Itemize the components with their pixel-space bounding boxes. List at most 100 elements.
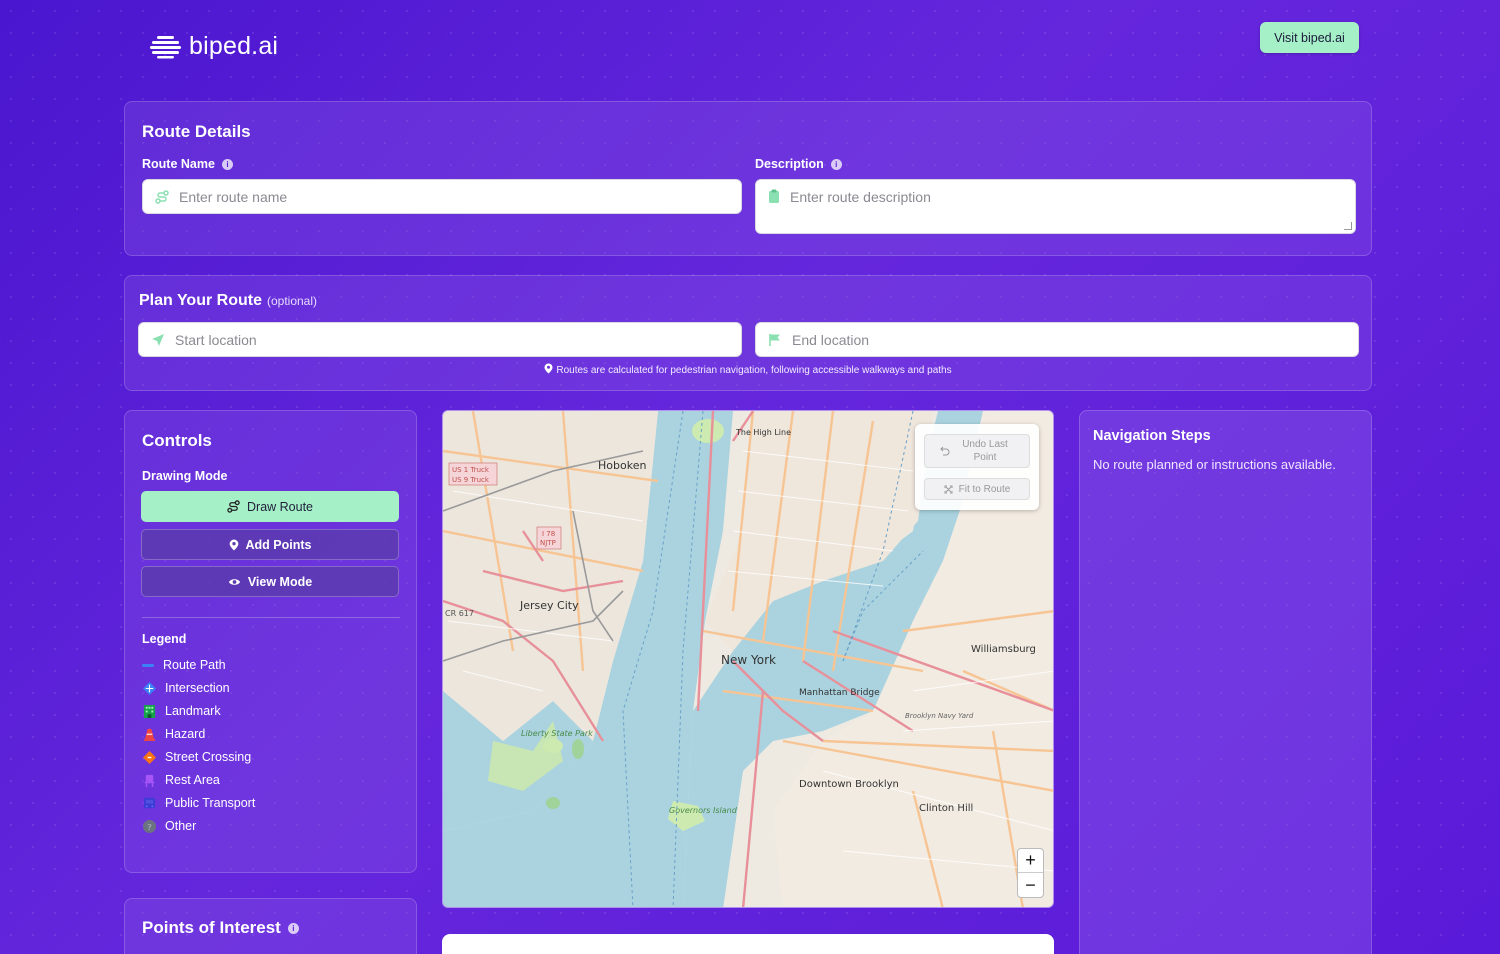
clipboard-icon xyxy=(769,189,779,203)
legend-intersection: Intersection xyxy=(143,681,230,695)
points-of-interest-panel: Points of Interest i xyxy=(124,898,417,954)
add-points-label: Add Points xyxy=(245,537,312,552)
legend-label: Landmark xyxy=(165,704,221,718)
optional-text: (optional) xyxy=(266,294,318,308)
logo[interactable]: biped.ai xyxy=(150,32,278,61)
route-info-card xyxy=(442,934,1054,954)
start-location-placeholder: Start location xyxy=(175,331,257,348)
description-label: Description i xyxy=(755,157,842,171)
map-label-njtp: NJTP xyxy=(540,539,556,547)
logo-text: biped.ai xyxy=(189,32,279,60)
zoom-in-button[interactable]: + xyxy=(1018,849,1043,873)
legend-label: Other xyxy=(165,819,197,833)
eye-icon xyxy=(228,578,240,585)
route-icon xyxy=(155,189,169,204)
map-label-new-york: New York xyxy=(721,653,776,667)
plan-route-title: Plan Your Route (optional) xyxy=(139,292,317,310)
bus-icon xyxy=(143,797,156,808)
map-label-jersey-city: Jersey City xyxy=(519,599,579,612)
info-icon[interactable]: i xyxy=(221,158,233,170)
legend-street-crossing: Street Crossing xyxy=(143,750,251,764)
description-textarea[interactable]: Enter route description xyxy=(755,179,1356,234)
route-name-input[interactable]: Enter route name xyxy=(142,179,742,214)
route-name-placeholder: Enter route name xyxy=(179,188,288,205)
map-label-clinton-hill: Clinton Hill xyxy=(919,803,973,814)
legend-landmark: Landmark xyxy=(143,704,221,718)
map-label-us1: US 1 Truck xyxy=(452,466,490,474)
pin-icon xyxy=(544,363,553,374)
divider xyxy=(142,617,400,618)
start-location-input[interactable]: Start location xyxy=(138,322,742,357)
navigation-steps-panel: Navigation Steps No route planned or ins… xyxy=(1079,410,1372,954)
visit-biped-button[interactable]: Visit biped.ai xyxy=(1260,22,1359,53)
map-label-downtown-brooklyn: Downtown Brooklyn xyxy=(799,779,899,790)
map-label-high-line: The High Line xyxy=(735,428,791,437)
map-label-us9: US 9 Truck xyxy=(452,476,490,484)
legend-label: Rest Area xyxy=(165,773,220,787)
legend-label: Public Transport xyxy=(165,796,256,810)
map-label-i78: I 78 xyxy=(542,530,555,538)
draw-route-button[interactable]: Draw Route xyxy=(141,491,399,522)
route-line-icon xyxy=(142,663,154,667)
end-location-input[interactable]: End location xyxy=(755,322,1359,357)
intersection-icon xyxy=(143,681,156,695)
biped-logo-icon xyxy=(150,35,181,58)
map-controls: Undo Last Point Fit to Route xyxy=(915,424,1039,510)
fit-to-route-label: Fit to Route xyxy=(958,483,1011,495)
navigation-steps-title: Navigation Steps xyxy=(1093,428,1211,444)
poi-title: Points of Interest i xyxy=(142,918,299,938)
chair-icon xyxy=(144,774,155,787)
undo-last-point-button[interactable]: Undo Last Point xyxy=(924,434,1030,468)
info-icon[interactable]: i xyxy=(287,922,299,934)
legend-other: ? Other xyxy=(143,819,196,833)
poi-title-text: Points of Interest xyxy=(142,918,281,937)
fit-to-route-button[interactable]: Fit to Route xyxy=(924,478,1030,500)
drawing-mode-label: Drawing Mode xyxy=(142,469,228,483)
legend-public-transport: Public Transport xyxy=(143,796,255,810)
description-placeholder: Enter route description xyxy=(790,189,931,205)
map-label-hoboken: Hoboken xyxy=(598,459,646,472)
end-location-placeholder: End location xyxy=(792,331,870,348)
navigation-empty-text: No route planned or instructions availab… xyxy=(1093,457,1336,472)
route-icon xyxy=(227,500,240,513)
pedestrian-hint: Routes are calculated for pedestrian nav… xyxy=(124,363,1372,376)
map-label-governors: Governors Island xyxy=(669,806,738,815)
map-label-liberty: Liberty State Park xyxy=(521,729,593,738)
svg-text:?: ? xyxy=(147,821,152,831)
flag-icon xyxy=(769,333,780,346)
landmark-icon xyxy=(143,704,156,718)
zoom-controls: + − xyxy=(1017,848,1044,898)
legend-label: Hazard xyxy=(165,727,206,741)
legend-label: Street Crossing xyxy=(165,750,252,764)
legend-label: Route Path xyxy=(163,658,226,672)
hazard-cone-icon xyxy=(143,728,156,741)
view-mode-button[interactable]: View Mode xyxy=(141,566,399,597)
pin-icon xyxy=(229,539,238,550)
route-details-title: Route Details xyxy=(142,122,251,141)
route-name-label: Route Name i xyxy=(142,157,233,171)
route-name-label-text: Route Name xyxy=(142,157,215,171)
route-details-panel: Route Details Route Name i Enter route n… xyxy=(124,101,1372,256)
pedestrian-hint-text: Routes are calculated for pedestrian nav… xyxy=(556,365,952,376)
description-label-text: Description xyxy=(755,157,824,171)
view-mode-label: View Mode xyxy=(247,574,313,589)
expand-icon xyxy=(944,485,953,493)
undo-last-point-label: Undo Last Point xyxy=(962,439,1008,463)
info-icon[interactable]: i xyxy=(830,158,842,170)
controls-title: Controls xyxy=(142,431,212,450)
legend-route-path: Route Path xyxy=(142,658,226,672)
legend-hazard: Hazard xyxy=(143,727,205,741)
map-label-manhattan-bridge: Manhattan Bridge xyxy=(799,688,880,698)
zoom-out-button[interactable]: − xyxy=(1018,873,1043,897)
street-crossing-icon xyxy=(143,750,156,764)
controls-panel: Controls Drawing Mode Draw Route Add Poi… xyxy=(124,410,417,873)
legend-title: Legend xyxy=(142,632,187,646)
map-label-cr617: CR 617 xyxy=(445,609,474,618)
plan-route-title-text: Plan Your Route xyxy=(139,292,262,309)
add-points-button[interactable]: Add Points xyxy=(141,529,399,560)
navigation-arrow-icon xyxy=(152,333,164,346)
undo-icon xyxy=(940,446,950,456)
legend-rest-area: Rest Area xyxy=(143,773,220,787)
question-icon: ? xyxy=(143,819,156,833)
resize-handle[interactable] xyxy=(1344,222,1352,230)
